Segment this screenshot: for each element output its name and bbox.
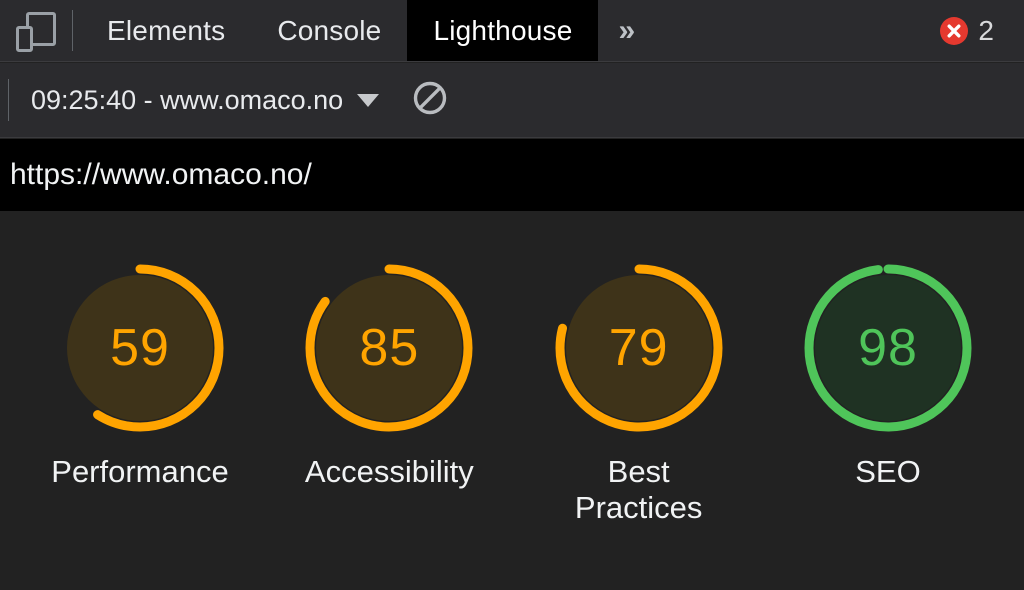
audited-url-bar: https://www.omaco.no/ (0, 139, 1024, 211)
runbar-divider (8, 79, 9, 121)
tab-list: Elements Console Lighthouse » (73, 0, 655, 61)
phone-shape (16, 25, 33, 52)
gauge-accessibility-label: Accessibility (304, 454, 474, 489)
device-toolbar-icon (16, 10, 56, 52)
run-selector-dropdown[interactable]: 09:25:40 - www.omaco.no (31, 84, 380, 116)
gauge-seo-label: SEO (855, 454, 921, 489)
tabbar-spacer (655, 0, 940, 61)
tab-console[interactable]: Console (251, 0, 407, 61)
tab-console-label: Console (277, 14, 382, 46)
clear-results-button[interactable] (409, 79, 451, 121)
score-gauge-row: 59 Performance 85 Accessibility 79 Best … (0, 212, 1024, 525)
gauge-seo-score: 98 (858, 319, 918, 377)
gauge-best-practices[interactable]: 79 Best Practices (539, 258, 739, 525)
more-tabs-label: » (618, 13, 636, 47)
error-circle-icon (940, 16, 969, 45)
more-tabs-chevron-icon[interactable]: » (598, 0, 655, 61)
tab-elements-label: Elements (107, 14, 226, 46)
audited-url-text: https://www.omaco.no/ (10, 158, 312, 191)
tab-elements[interactable]: Elements (73, 0, 251, 61)
gauge-best-practices-dial: 79 (549, 258, 729, 438)
gauge-performance[interactable]: 59 Performance (40, 258, 240, 490)
chevron-down-icon (357, 93, 380, 107)
gauge-best-practices-label: Best Practices (574, 454, 703, 525)
gauge-seo[interactable]: 98 SEO (788, 258, 988, 490)
gauge-performance-score: 59 (110, 319, 170, 377)
gauge-best-practices-score: 79 (608, 319, 669, 377)
run-selector-label: 09:25:40 - www.omaco.no (31, 84, 344, 115)
error-count-badge[interactable]: 2 (940, 0, 1024, 61)
gauge-accessibility-score: 85 (359, 319, 420, 377)
device-toolbar-button[interactable] (0, 0, 72, 61)
no-entry-clear-icon (411, 79, 449, 122)
gauge-performance-label: Performance (51, 454, 229, 489)
error-count-label: 2 (978, 14, 994, 46)
devtools-tab-bar: Elements Console Lighthouse » 2 (0, 0, 1024, 62)
gauge-seo-dial: 98 (798, 258, 978, 438)
tab-lighthouse[interactable]: Lighthouse (407, 0, 599, 61)
gauge-accessibility-dial: 85 (299, 258, 479, 438)
devtools-lighthouse-panel: Elements Console Lighthouse » 2 09:25:40… (0, 0, 1024, 590)
tab-lighthouse-label: Lighthouse (433, 14, 573, 46)
gauge-performance-dial: 59 (50, 258, 230, 438)
lighthouse-report: 59 Performance 85 Accessibility 79 Best … (0, 212, 1024, 590)
lighthouse-run-toolbar: 09:25:40 - www.omaco.no (0, 63, 1024, 138)
gauge-accessibility[interactable]: 85 Accessibility (289, 258, 489, 490)
